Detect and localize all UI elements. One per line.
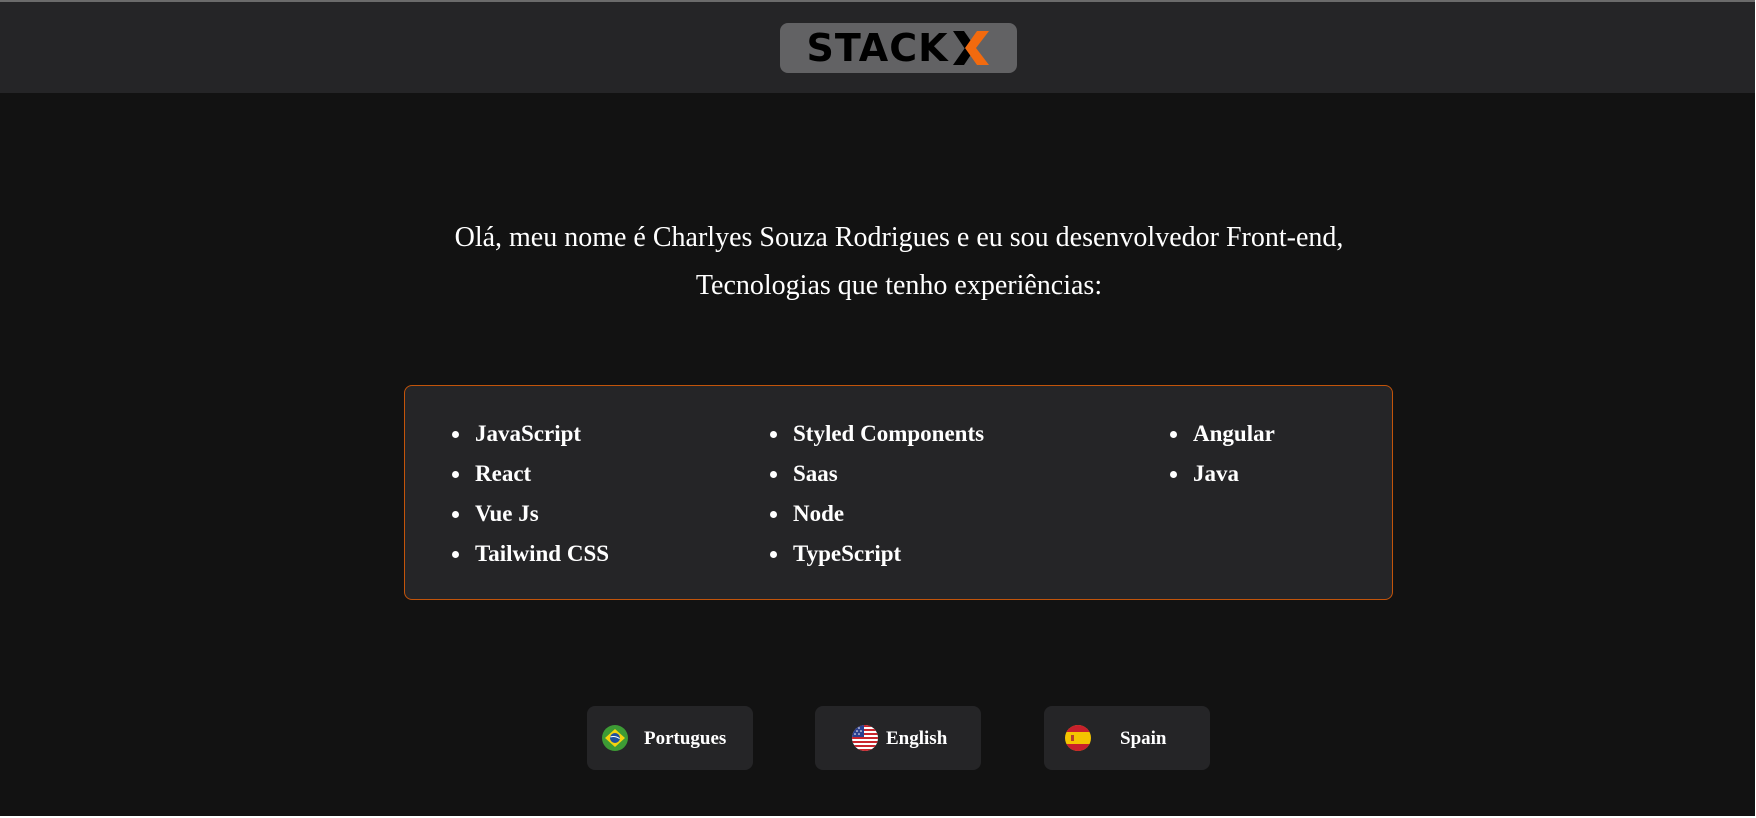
intro-text: Olá, meu nome é Charlyes Souza Rodrigues… bbox=[0, 214, 1756, 310]
tech-item-tailwind-css: Tailwind CSS bbox=[405, 534, 609, 574]
intro-greeting: Olá, meu nome é Charlyes Souza Rodrigues… bbox=[454, 222, 1344, 253]
language-button-english[interactable]: English bbox=[815, 706, 981, 770]
page: STACK Olá, meu nome é Charlyes Souza Rod… bbox=[0, 2, 1755, 816]
tech-item-java: Java bbox=[1123, 454, 1275, 494]
language-label-portugues: Portugues bbox=[644, 728, 727, 749]
technologies-column-2: Styled Components Saas Node TypeScript bbox=[723, 414, 984, 574]
technologies-card: JavaScript React Vue Js Tailwind CSS Sty… bbox=[404, 385, 1393, 600]
language-label-spain: Spain bbox=[1120, 728, 1167, 749]
language-button-portugues[interactable]: Portugues bbox=[587, 706, 753, 770]
tech-item-typescript: TypeScript bbox=[723, 534, 984, 574]
logo-x-icon bbox=[952, 31, 989, 65]
usa-flag-icon bbox=[852, 725, 878, 751]
technologies-column-3: Angular Java bbox=[1123, 414, 1275, 494]
brazil-flag-icon bbox=[602, 725, 628, 751]
logo-text: STACK bbox=[806, 26, 949, 70]
language-label-english: English bbox=[886, 728, 948, 749]
tech-item-saas: Saas bbox=[723, 454, 984, 494]
site-header: STACK bbox=[0, 2, 1755, 93]
intro-technologies-heading: Tecnologias que tenho experiências: bbox=[695, 270, 1103, 301]
tech-item-vue-js: Vue Js bbox=[405, 494, 609, 534]
tech-item-styled-components: Styled Components bbox=[723, 414, 984, 454]
tech-item-node: Node bbox=[723, 494, 984, 534]
language-button-spain[interactable]: Spain bbox=[1044, 706, 1210, 770]
spain-flag-icon bbox=[1065, 725, 1091, 751]
browser-viewport-frame: STACK Olá, meu nome é Charlyes Souza Rod… bbox=[0, 0, 1756, 818]
tech-item-javascript: JavaScript bbox=[405, 414, 609, 454]
tech-item-angular: Angular bbox=[1123, 414, 1275, 454]
technologies-column-1: JavaScript React Vue Js Tailwind CSS bbox=[405, 414, 609, 574]
stackx-logo[interactable]: STACK bbox=[780, 23, 1017, 73]
tech-item-react: React bbox=[405, 454, 609, 494]
